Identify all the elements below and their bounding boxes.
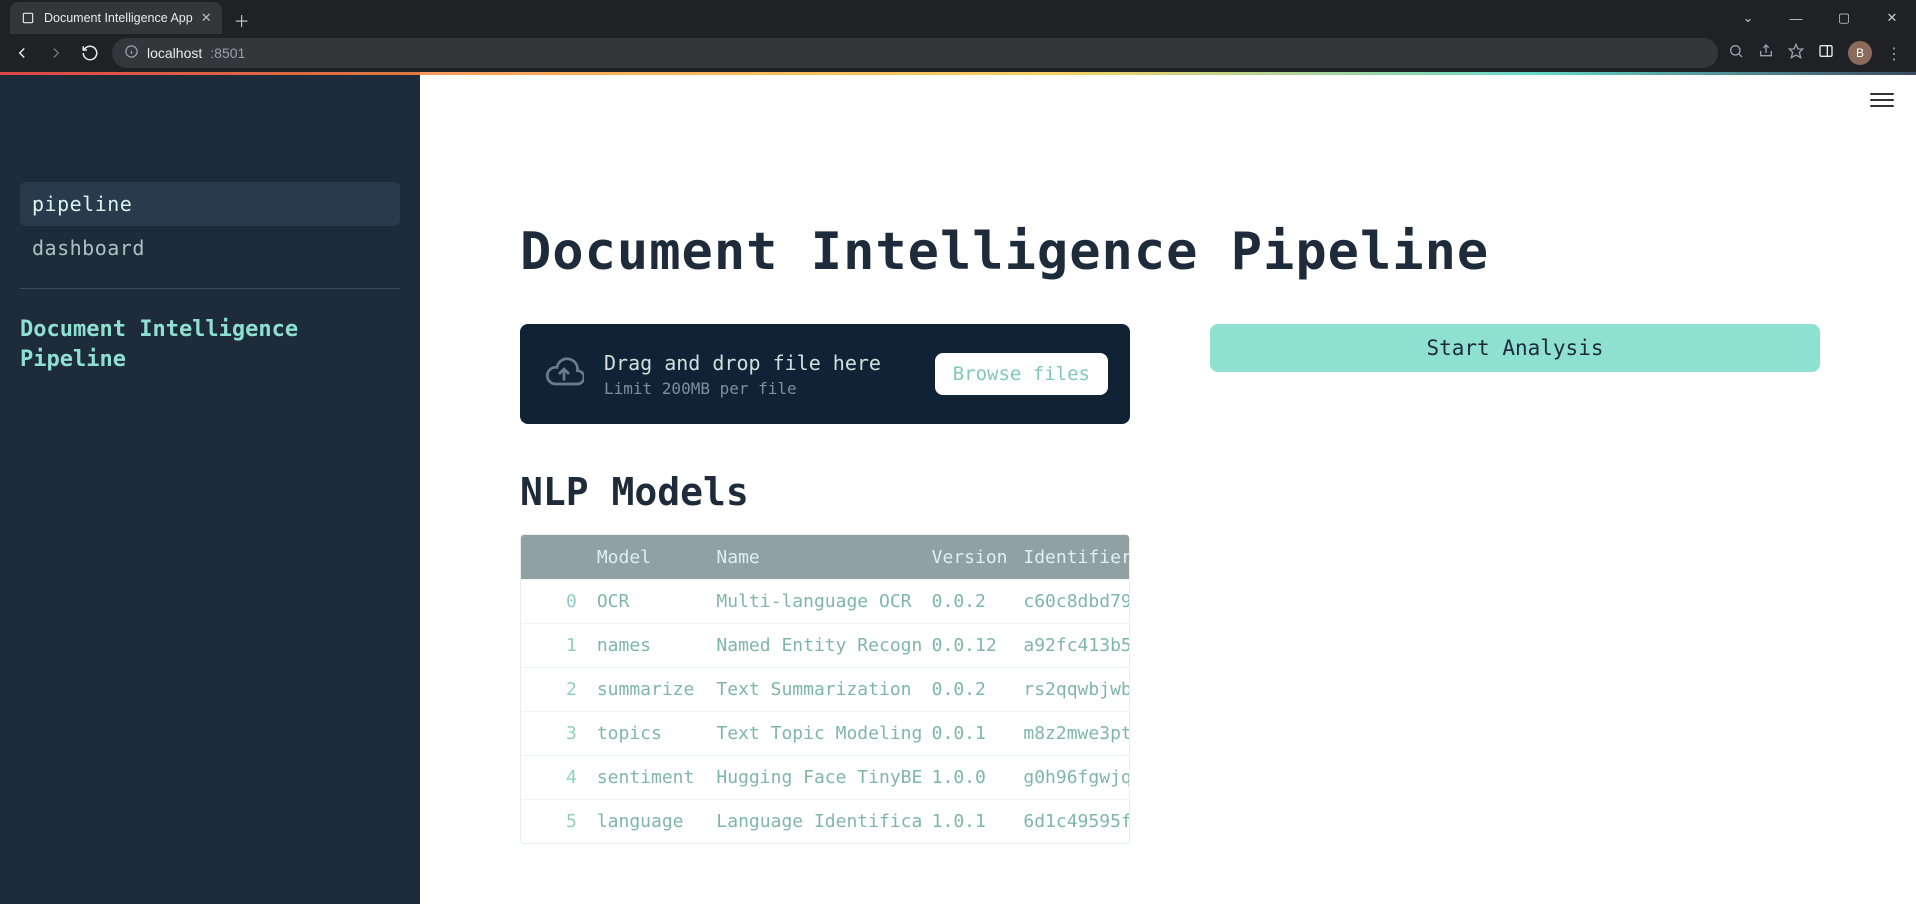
- sidebar-item-label: dashboard: [32, 236, 145, 260]
- cell-identifier: c60c8dbd79: [1013, 591, 1129, 612]
- cell-model: topics: [587, 723, 707, 744]
- cell-version: 0.0.2: [922, 679, 1014, 700]
- address-bar[interactable]: localhost :8501: [112, 38, 1718, 68]
- action-row: Drag and drop file here Limit 200MB per …: [520, 324, 1846, 424]
- table-row[interactable]: 4sentimentHugging Face TinyBER1.0.0g0h96…: [521, 755, 1129, 799]
- th-model: Model: [587, 547, 707, 568]
- table-row[interactable]: 1namesNamed Entity Recogni0.0.12a92fc413…: [521, 623, 1129, 667]
- cell-index: 4: [521, 767, 587, 788]
- sidebar: pipeline dashboard Document Intelligence…: [0, 72, 420, 904]
- cell-index: 3: [521, 723, 587, 744]
- th-version: Version: [922, 547, 1014, 568]
- hamburger-menu-icon[interactable]: [1870, 88, 1894, 112]
- cell-identifier: a92fc413b5: [1013, 635, 1129, 656]
- cell-model: summarize: [587, 679, 707, 700]
- browse-files-button[interactable]: Browse files: [935, 353, 1108, 395]
- cell-index: 2: [521, 679, 587, 700]
- side-panel-icon[interactable]: [1818, 43, 1834, 63]
- close-window-icon[interactable]: ✕: [1874, 4, 1910, 32]
- cell-identifier: m8z2mwe3pt: [1013, 723, 1129, 744]
- sidebar-nav: pipeline dashboard: [20, 182, 400, 289]
- browser-tab[interactable]: Document Intelligence App ✕: [10, 2, 222, 34]
- cell-version: 0.0.1: [922, 723, 1014, 744]
- sidebar-item-label: pipeline: [32, 192, 132, 216]
- tab-strip: Document Intelligence App ✕ ＋ ⌄ ― ▢ ✕: [0, 0, 1916, 34]
- table-row[interactable]: 0OCRMulti-language OCR0.0.2c60c8dbd79: [521, 579, 1129, 623]
- table-row[interactable]: 5languageLanguage Identificat1.0.16d1c49…: [521, 799, 1129, 843]
- star-icon[interactable]: [1788, 43, 1804, 63]
- close-icon[interactable]: ✕: [201, 10, 212, 26]
- cell-version: 0.0.12: [922, 635, 1014, 656]
- cloud-upload-icon: [542, 352, 586, 396]
- cell-model: language: [587, 811, 707, 832]
- cell-identifier: rs2qqwbjwb: [1013, 679, 1129, 700]
- profile-avatar[interactable]: B: [1848, 41, 1872, 65]
- maximize-icon[interactable]: ▢: [1826, 4, 1862, 32]
- cell-name: Text Summarization: [706, 679, 921, 700]
- browser-chrome: Document Intelligence App ✕ ＋ ⌄ ― ▢ ✕ lo…: [0, 0, 1916, 72]
- minimize-icon[interactable]: ―: [1778, 4, 1814, 32]
- sidebar-item-pipeline[interactable]: pipeline: [20, 182, 400, 226]
- info-icon[interactable]: [124, 44, 139, 62]
- uploader-line1: Drag and drop file here: [604, 351, 881, 375]
- page-title: Document Intelligence Pipeline: [520, 222, 1846, 282]
- models-header: NLP Models: [520, 470, 1846, 514]
- sidebar-item-dashboard[interactable]: dashboard: [20, 226, 400, 270]
- cell-index: 0: [521, 591, 587, 612]
- main-content: Document Intelligence Pipeline Drag and …: [420, 72, 1916, 904]
- th-identifier: Identifier: [1013, 547, 1129, 568]
- loading-bar: [0, 72, 1916, 75]
- cell-name: Hugging Face TinyBER: [706, 767, 921, 788]
- start-analysis-button[interactable]: Start Analysis: [1210, 324, 1820, 372]
- chevron-down-icon[interactable]: ⌄: [1730, 4, 1766, 32]
- table-row[interactable]: 2summarizeText Summarization0.0.2rs2qqwb…: [521, 667, 1129, 711]
- cell-name: Multi-language OCR: [706, 591, 921, 612]
- tab-title: Document Intelligence App: [44, 11, 193, 25]
- sidebar-title: Document Intelligence Pipeline: [20, 315, 400, 374]
- reload-icon[interactable]: [78, 41, 102, 65]
- cell-identifier: g0h96fgwjq: [1013, 767, 1129, 788]
- table-row[interactable]: 3topicsText Topic Modeling0.0.1m8z2mwe3p…: [521, 711, 1129, 755]
- kebab-menu-icon[interactable]: ⋮: [1886, 44, 1902, 63]
- share-icon[interactable]: [1758, 43, 1774, 63]
- models-table: Model Name Version Identifier 0OCRMulti-…: [520, 534, 1130, 844]
- th-name: Name: [706, 547, 921, 568]
- cell-model: OCR: [587, 591, 707, 612]
- url-port: :8501: [210, 45, 245, 61]
- file-uploader[interactable]: Drag and drop file here Limit 200MB per …: [520, 324, 1130, 424]
- browser-toolbar: localhost :8501 B ⋮: [0, 34, 1916, 72]
- cell-version: 1.0.1: [922, 811, 1014, 832]
- forward-icon[interactable]: [44, 41, 68, 65]
- window-controls: ⌄ ― ▢ ✕: [1730, 2, 1916, 34]
- back-icon[interactable]: [10, 41, 34, 65]
- cell-name: Text Topic Modeling: [706, 723, 921, 744]
- new-tab-button[interactable]: ＋: [228, 6, 256, 34]
- uploader-line2: Limit 200MB per file: [604, 379, 881, 398]
- cell-name: Language Identificat: [706, 811, 921, 832]
- cell-index: 1: [521, 635, 587, 656]
- cell-version: 1.0.0: [922, 767, 1014, 788]
- cell-name: Named Entity Recogni: [706, 635, 921, 656]
- zoom-icon[interactable]: [1728, 43, 1744, 63]
- cell-version: 0.0.2: [922, 591, 1014, 612]
- tab-favicon-icon: [20, 10, 36, 26]
- table-body: 0OCRMulti-language OCR0.0.2c60c8dbd791na…: [521, 579, 1129, 843]
- url-host: localhost: [147, 45, 202, 61]
- cell-model: names: [587, 635, 707, 656]
- cell-identifier: 6d1c49595f: [1013, 811, 1129, 832]
- cell-index: 5: [521, 811, 587, 832]
- table-header: Model Name Version Identifier: [521, 535, 1129, 579]
- toolbar-right: B ⋮: [1728, 41, 1906, 65]
- cell-model: sentiment: [587, 767, 707, 788]
- uploader-text: Drag and drop file here Limit 200MB per …: [604, 351, 881, 398]
- app-viewport: pipeline dashboard Document Intelligence…: [0, 72, 1916, 904]
